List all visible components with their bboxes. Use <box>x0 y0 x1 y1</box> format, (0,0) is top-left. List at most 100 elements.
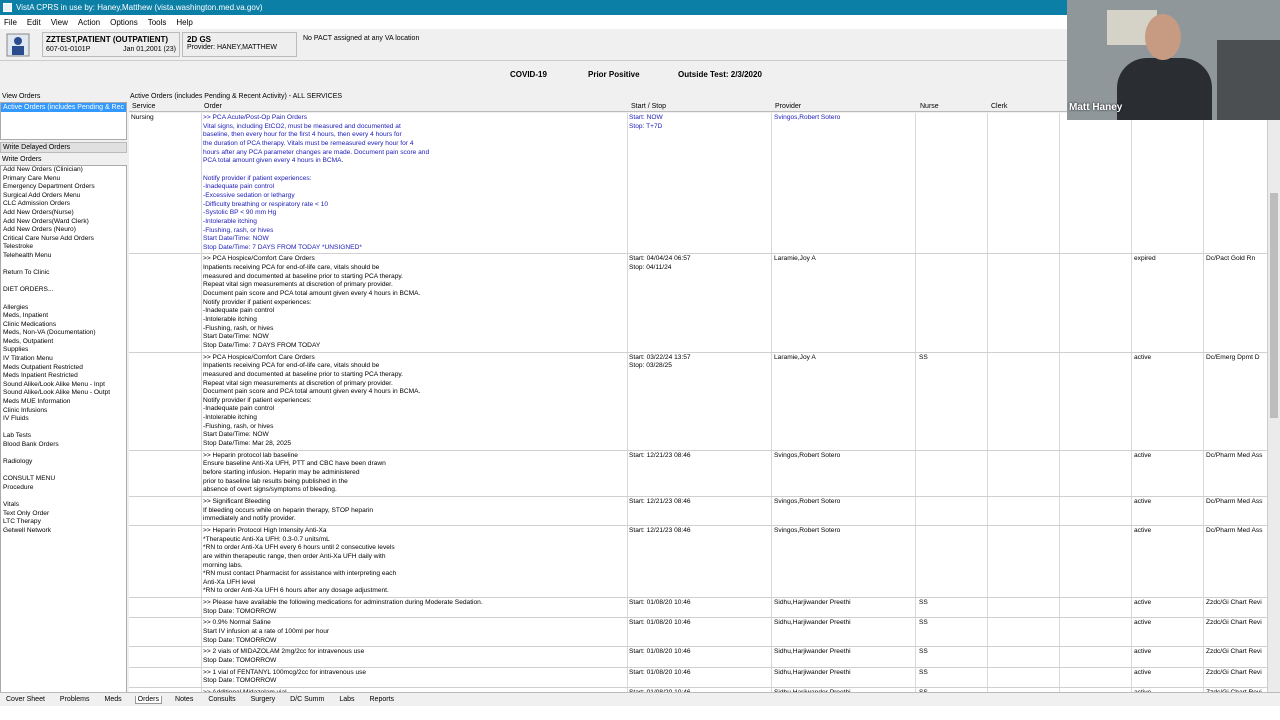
order-row[interactable]: >> Please have available the following m… <box>129 598 1267 619</box>
write-order-item[interactable]: Return To Clinic <box>3 269 126 278</box>
order-text-line: >> Please have available the following m… <box>203 599 483 607</box>
menu-options[interactable]: Options <box>110 18 138 27</box>
tab-reports[interactable]: Reports <box>368 696 397 703</box>
write-order-item[interactable]: Telestroke <box>3 243 126 252</box>
col-clerk[interactable]: Clerk <box>991 103 1007 110</box>
write-order-item[interactable]: Getwell Network <box>3 527 126 536</box>
write-order-item[interactable]: Supplies <box>3 346 126 355</box>
write-order-item[interactable]: Telehealth Menu <box>3 252 126 261</box>
order-row[interactable]: >> PCA Hospice/Comfort Care Orders Inpati… <box>129 254 1267 353</box>
write-order-item[interactable]: Clinic Medications <box>3 321 126 330</box>
order-text: >> 1 vial of FENTANYL 100mcg/2cc for int… <box>203 669 366 686</box>
write-order-item[interactable]: Sound Alike/Look Alike Menu - Inpt <box>3 381 126 390</box>
write-order-item[interactable]: Clinic Infusions <box>3 407 126 416</box>
write-order-item[interactable]: Add New Orders(Ward Clerk) <box>3 218 126 227</box>
col-order[interactable]: Order <box>204 103 222 110</box>
tab-consults[interactable]: Consults <box>206 696 237 703</box>
order-row[interactable]: >> 1 vial of FENTANYL 100mcg/2cc for int… <box>129 668 1267 688</box>
order-start-stop: Start: 01/08/20 10:46 <box>629 599 691 608</box>
order-row[interactable]: >> Heparin protocol lab baseline Ensure b… <box>129 451 1267 497</box>
order-text-line: before starting infusion. Heparin may be… <box>203 469 360 476</box>
start-stop-line: Stop: T+7D <box>629 122 663 130</box>
order-status: active <box>1134 599 1152 607</box>
pact-info[interactable]: No PACT assigned at any VA location <box>303 35 419 42</box>
col-start-stop[interactable]: Start / Stop <box>631 103 666 110</box>
write-order-item[interactable]: Primary Care Menu <box>3 175 126 184</box>
covid-test: Outside Test: 2/3/2020 <box>678 70 762 79</box>
tab-d-c-summ[interactable]: D/C Summ <box>288 696 326 703</box>
write-order-item[interactable]: Meds Outpatient Restricted <box>3 364 126 373</box>
write-order-item[interactable]: Meds, Outpatient <box>3 338 126 347</box>
tab-surgery[interactable]: Surgery <box>249 696 278 703</box>
tab-problems[interactable]: Problems <box>58 696 92 703</box>
order-row[interactable]: >> PCA Hospice/Comfort Care Orders Inpati… <box>129 353 1267 451</box>
order-row[interactable]: >> 2 vials of MIDAZOLAM 2mg/2cc for intr… <box>129 647 1267 668</box>
order-text: >> Heparin protocol lab baseline Ensure b… <box>203 452 386 495</box>
write-order-item[interactable]: Critical Care Nurse Add Orders <box>3 235 126 244</box>
order-text-line: Document pain score and PCA total amount… <box>203 388 421 396</box>
write-order-item[interactable]: Text Only Order <box>3 510 126 519</box>
tab-orders[interactable]: Orders <box>134 695 163 704</box>
write-order-item[interactable]: Meds Inpatient Restricted <box>3 372 126 381</box>
write-order-item[interactable]: Meds MUE Information <box>3 398 126 407</box>
write-order-item[interactable]: Meds, Inpatient <box>3 312 126 321</box>
order-row[interactable]: >> Heparin Protocol High Intensity Anti-… <box>129 526 1267 599</box>
col-service[interactable]: Service <box>132 103 155 110</box>
orders-scrollbar[interactable] <box>1267 113 1280 692</box>
write-order-item[interactable]: Meds, Non-VA (Documentation) <box>3 329 126 338</box>
view-orders-list[interactable]: Active Orders (includes Pending & Rec <box>0 102 127 140</box>
write-order-item[interactable]: Vitals <box>3 501 126 510</box>
write-delayed-orders-button[interactable]: Write Delayed Orders <box>0 142 127 153</box>
col-nurse[interactable]: Nurse <box>920 103 939 110</box>
menu-view[interactable]: View <box>51 18 68 27</box>
menu-edit[interactable]: Edit <box>27 18 41 27</box>
menu-tools[interactable]: Tools <box>148 18 167 27</box>
write-order-item[interactable]: Surgical Add Orders Menu <box>3 192 126 201</box>
write-order-item[interactable]: LTC Therapy <box>3 518 126 527</box>
write-orders-list[interactable]: Add New Orders (Clinician) Primary Care M… <box>0 165 127 697</box>
covid-bar[interactable]: COVID-19 Prior Positive Outside Test: 2/… <box>0 61 1067 89</box>
order-text-line: immediately and notify provider. <box>203 515 296 523</box>
encounter-button[interactable]: 2D GS Provider: HANEY,MATTHEW <box>182 32 297 57</box>
write-order-item[interactable]: Sound Alike/Look Alike Menu - Outpt <box>3 389 126 398</box>
write-order-item[interactable]: CLC Admission Orders <box>3 200 126 209</box>
patient-icon[interactable] <box>6 33 30 57</box>
patient-name: ZZTEST,PATIENT (OUTPATIENT) <box>46 35 169 44</box>
write-order-item[interactable]: Procedure <box>3 484 126 493</box>
orders-grid[interactable]: Nursing >> PCA Acute/Post-Op Pain Orders V… <box>129 113 1267 692</box>
app-icon <box>3 3 12 12</box>
write-order-item[interactable]: IV Fluids <box>3 415 126 424</box>
write-order-item[interactable]: Lab Tests <box>3 432 126 441</box>
menu-file[interactable]: File <box>4 18 17 27</box>
write-order-item[interactable]: Radiology <box>3 458 126 467</box>
write-order-item[interactable]: Add New Orders (Neuro) <box>3 226 126 235</box>
patient-info-button[interactable]: ZZTEST,PATIENT (OUTPATIENT) 607-01-0101P… <box>42 32 180 57</box>
tab-notes[interactable]: Notes <box>173 696 195 703</box>
scroll-thumb[interactable] <box>1270 193 1278 418</box>
write-order-item[interactable]: DIET ORDERS... <box>3 286 126 295</box>
write-order-item[interactable]: Emergency Department Orders <box>3 183 126 192</box>
start-stop-line: Start: 12/21/23 08:46 <box>629 451 691 459</box>
write-order-spacer <box>3 295 126 304</box>
order-text-line: Repeat vital sign measurements at discre… <box>203 379 393 387</box>
write-order-item[interactable]: IV Titration Menu <box>3 355 126 364</box>
order-status: active <box>1134 353 1152 361</box>
write-order-item[interactable]: Add New Orders(Nurse) <box>3 209 126 218</box>
write-order-item[interactable]: CONSULT MENU <box>3 475 126 484</box>
order-location: Zzdc/Gi Chart Revi <box>1206 619 1262 627</box>
view-orders-selected[interactable]: Active Orders (includes Pending & Rec <box>1 103 126 112</box>
order-row[interactable]: >> 0.9% Normal Saline Start IV infusion a… <box>129 618 1267 648</box>
menu-help[interactable]: Help <box>176 18 192 27</box>
tab-cover-sheet[interactable]: Cover Sheet <box>4 696 47 703</box>
order-row[interactable]: Nursing >> PCA Acute/Post-Op Pain Orders V… <box>129 113 1267 255</box>
write-order-item[interactable]: Allergies <box>3 304 126 313</box>
order-text-line: -Inadequate pain control <box>203 405 275 413</box>
tab-meds[interactable]: Meds <box>103 696 124 703</box>
menu-action[interactable]: Action <box>78 18 100 27</box>
tab-labs[interactable]: Labs <box>337 696 356 703</box>
order-row[interactable]: >> Significant Bleeding If bleeding occur… <box>129 497 1267 526</box>
col-provider[interactable]: Provider <box>775 103 801 110</box>
write-order-item[interactable]: Add New Orders (Clinician) <box>3 166 126 175</box>
write-order-item[interactable]: Blood Bank Orders <box>3 441 126 450</box>
presenter-head <box>1145 14 1181 60</box>
